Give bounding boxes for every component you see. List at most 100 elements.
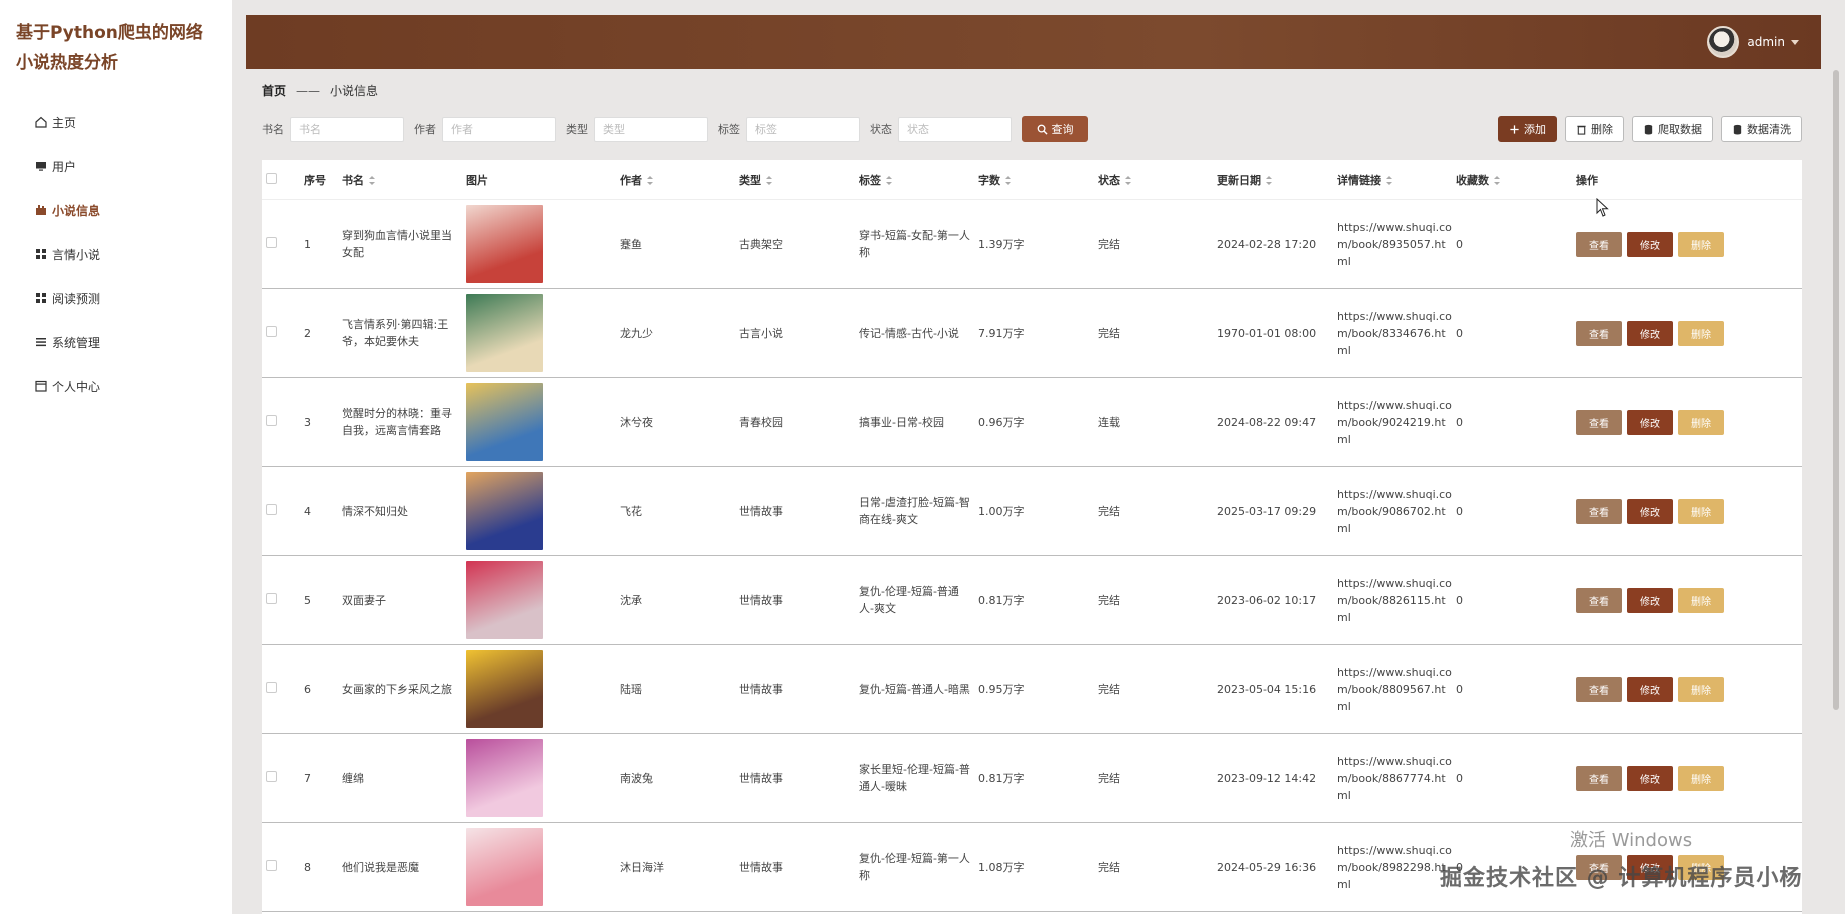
edit-button[interactable]: 修改 — [1627, 320, 1673, 346]
status-input[interactable] — [898, 116, 1012, 142]
edit-button[interactable]: 修改 — [1627, 409, 1673, 435]
book-cover-image[interactable] — [466, 205, 543, 283]
edit-button[interactable]: 修改 — [1627, 587, 1673, 613]
sort-icon[interactable] — [1266, 176, 1272, 185]
cell-link[interactable]: https://www.shuqi.com/book/8982298.html — [1337, 842, 1456, 893]
sidebar-item-prediction[interactable]: 阅读预测 — [0, 276, 232, 320]
row-checkbox[interactable] — [266, 770, 277, 782]
row-select-cell — [262, 503, 304, 520]
cell-favorites: 0 — [1456, 682, 1463, 696]
crawl-data-button[interactable]: 爬取数据 — [1632, 116, 1713, 142]
cell-updated: 1970-01-01 08:00 — [1217, 326, 1317, 340]
book-cover-image[interactable] — [466, 561, 543, 639]
row-checkbox[interactable] — [266, 503, 277, 515]
col-author[interactable]: 作者 — [620, 172, 739, 188]
cell-link[interactable]: https://www.shuqi.com/book/8809567.html — [1337, 664, 1456, 715]
edit-button[interactable]: 修改 — [1627, 231, 1673, 257]
book-cover-image[interactable] — [466, 294, 543, 372]
col-updated[interactable]: 更新日期 — [1217, 172, 1337, 188]
delete-button[interactable]: 删除 — [1678, 676, 1724, 702]
row-checkbox[interactable] — [266, 414, 277, 426]
cell-link[interactable]: https://www.shuqi.com/book/8826115.html — [1337, 575, 1456, 626]
row-checkbox[interactable] — [266, 681, 277, 693]
tags-input[interactable] — [746, 116, 860, 142]
col-favorites[interactable]: 收藏数 — [1456, 172, 1576, 188]
delete-button[interactable]: 删除 — [1678, 231, 1724, 257]
sidebar-item-label: 系统管理 — [52, 335, 101, 350]
cell-link[interactable]: https://www.shuqi.com/book/8935057.html — [1337, 219, 1456, 270]
batch-delete-button[interactable]: 删除 — [1565, 116, 1624, 142]
author-input[interactable] — [442, 116, 556, 142]
cell-index: 7 — [304, 771, 311, 785]
cell-favorites: 0 — [1456, 593, 1463, 607]
book-cover-image[interactable] — [466, 650, 543, 728]
view-button[interactable]: 查看 — [1576, 231, 1622, 257]
book-cover-image[interactable] — [466, 383, 543, 461]
col-status[interactable]: 状态 — [1098, 172, 1217, 188]
sidebar-item-romance[interactable]: 言情小说 — [0, 232, 232, 276]
select-all-checkbox[interactable] — [266, 172, 277, 184]
delete-button[interactable]: 删除 — [1678, 409, 1724, 435]
sort-icon[interactable] — [1125, 176, 1131, 185]
sidebar-item-novel-info[interactable]: 小说信息 — [0, 188, 232, 232]
book-icon — [34, 203, 48, 217]
sort-icon[interactable] — [766, 176, 772, 185]
scrollbar[interactable] — [1833, 70, 1841, 904]
sidebar-item-system[interactable]: 系统管理 — [0, 320, 232, 364]
edit-button[interactable]: 修改 — [1627, 765, 1673, 791]
avatar[interactable] — [1707, 26, 1740, 58]
view-button[interactable]: 查看 — [1576, 498, 1622, 524]
cell-link[interactable]: https://www.shuqi.com/book/9024219.html — [1337, 397, 1456, 448]
cell-favorites: 0 — [1456, 771, 1463, 785]
row-checkbox[interactable] — [266, 859, 277, 871]
delete-button[interactable]: 删除 — [1678, 587, 1724, 613]
book-cover-image[interactable] — [466, 739, 543, 817]
col-tags[interactable]: 标签 — [859, 172, 978, 188]
view-button[interactable]: 查看 — [1576, 676, 1622, 702]
col-name[interactable]: 书名 — [342, 172, 466, 188]
edit-button[interactable]: 修改 — [1627, 498, 1673, 524]
cell-tags: 日常-虐渣打脸-短篇-智商在线-爽文 — [859, 496, 970, 526]
view-button[interactable]: 查看 — [1576, 587, 1622, 613]
add-button[interactable]: 添加 — [1498, 116, 1557, 142]
view-button[interactable]: 查看 — [1576, 320, 1622, 346]
crawl-label: 爬取数据 — [1658, 123, 1702, 136]
cell-link[interactable]: https://www.shuqi.com/book/8334676.html — [1337, 308, 1456, 359]
edit-button[interactable]: 修改 — [1627, 676, 1673, 702]
row-checkbox[interactable] — [266, 325, 277, 337]
col-type[interactable]: 类型 — [739, 172, 859, 188]
delete-button[interactable]: 删除 — [1678, 498, 1724, 524]
col-words[interactable]: 字数 — [978, 172, 1098, 188]
sort-icon[interactable] — [369, 176, 375, 185]
col-link[interactable]: 详情链接 — [1337, 172, 1456, 188]
cell-image — [466, 650, 620, 728]
sort-icon[interactable] — [647, 176, 653, 185]
type-input[interactable] — [594, 116, 708, 142]
row-checkbox[interactable] — [266, 236, 277, 248]
row-checkbox[interactable] — [266, 592, 277, 604]
scrollbar-thumb[interactable] — [1833, 70, 1839, 710]
sidebar-item-home[interactable]: 主页 — [0, 100, 232, 144]
sidebar-item-profile[interactable]: 个人中心 — [0, 364, 232, 408]
sort-icon[interactable] — [1494, 176, 1500, 185]
sort-icon[interactable] — [1005, 176, 1011, 185]
cell-link[interactable]: https://www.shuqi.com/book/9086702.html — [1337, 486, 1456, 537]
user-menu[interactable]: admin — [1707, 26, 1799, 58]
delete-button[interactable]: 删除 — [1678, 765, 1724, 791]
top-bar: admin — [246, 15, 1821, 69]
query-button[interactable]: 查询 — [1022, 116, 1088, 142]
breadcrumb-home[interactable]: 首页 — [262, 82, 286, 99]
delete-button[interactable]: 删除 — [1678, 320, 1724, 346]
view-button[interactable]: 查看 — [1576, 409, 1622, 435]
cell-status: 完结 — [1098, 682, 1120, 696]
sidebar-item-users[interactable]: 用户 — [0, 144, 232, 188]
view-button[interactable]: 查看 — [1576, 765, 1622, 791]
book-cover-image[interactable] — [466, 828, 543, 906]
book-cover-image[interactable] — [466, 472, 543, 550]
clean-data-button[interactable]: 数据清洗 — [1721, 116, 1802, 142]
sort-icon[interactable] — [886, 176, 892, 185]
book-name-input[interactable] — [290, 116, 404, 142]
cell-ops: 查看 修改 删除 — [1576, 320, 1776, 346]
sort-icon[interactable] — [1386, 176, 1392, 185]
cell-link[interactable]: https://www.shuqi.com/book/8867774.html — [1337, 753, 1456, 804]
